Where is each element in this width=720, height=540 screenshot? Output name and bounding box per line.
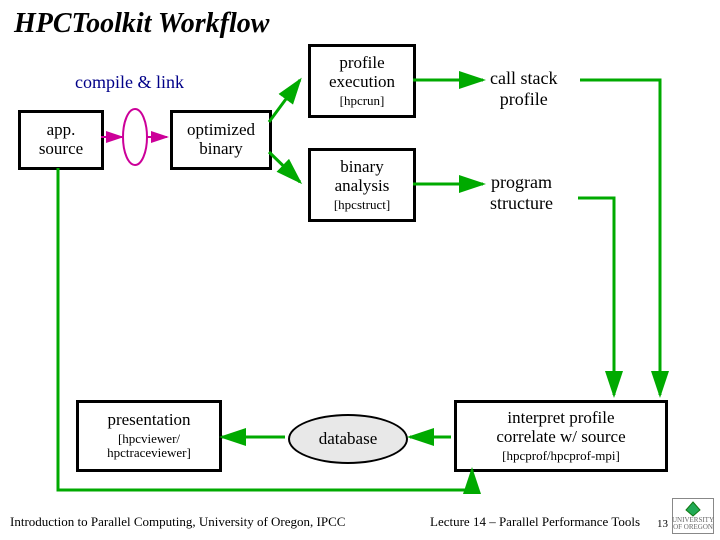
box-presentation: presentation [hpcviewer/ hpctraceviewer]: [76, 400, 222, 472]
label-call-stack-profile: call stack profile: [490, 68, 557, 110]
label-compile-link: compile & link: [75, 72, 184, 93]
footer-left: Introduction to Parallel Computing, Univ…: [10, 514, 345, 530]
ellipse-database: database: [288, 414, 408, 464]
box-binary-analysis-sub: [hpcstruct]: [334, 198, 390, 212]
box-profile-execution-sub: [hpcrun]: [340, 94, 385, 108]
box-interpret-profile: interpret profile correlate w/ source [h…: [454, 400, 668, 472]
box-binary-analysis: binary analysis [hpcstruct]: [308, 148, 416, 222]
box-profile-execution-text: profile execution: [329, 54, 395, 91]
box-optimized-binary: optimized binary: [170, 110, 272, 170]
box-app-source: app. source: [18, 110, 104, 170]
box-presentation-sub: [hpcviewer/ hpctraceviewer]: [107, 432, 191, 461]
box-interpret-profile-sub: [hpcprof/hpcprof-mpi]: [502, 449, 620, 463]
box-presentation-text: presentation: [107, 411, 190, 430]
footer-right: Lecture 14 – Parallel Performance Tools: [430, 514, 640, 530]
uoregon-logo: UNIVERSITY OF OREGON: [672, 498, 714, 534]
slide-title: HPCToolkit Workflow: [14, 8, 269, 40]
page-number: 13: [657, 518, 668, 530]
uoregon-logo-text: UNIVERSITY OF OREGON: [672, 517, 714, 531]
box-interpret-profile-text: interpret profile correlate w/ source: [496, 409, 625, 446]
label-program-structure: program structure: [490, 172, 553, 214]
box-profile-execution: profile execution [hpcrun]: [308, 44, 416, 118]
box-binary-analysis-text: binary analysis: [335, 158, 390, 195]
